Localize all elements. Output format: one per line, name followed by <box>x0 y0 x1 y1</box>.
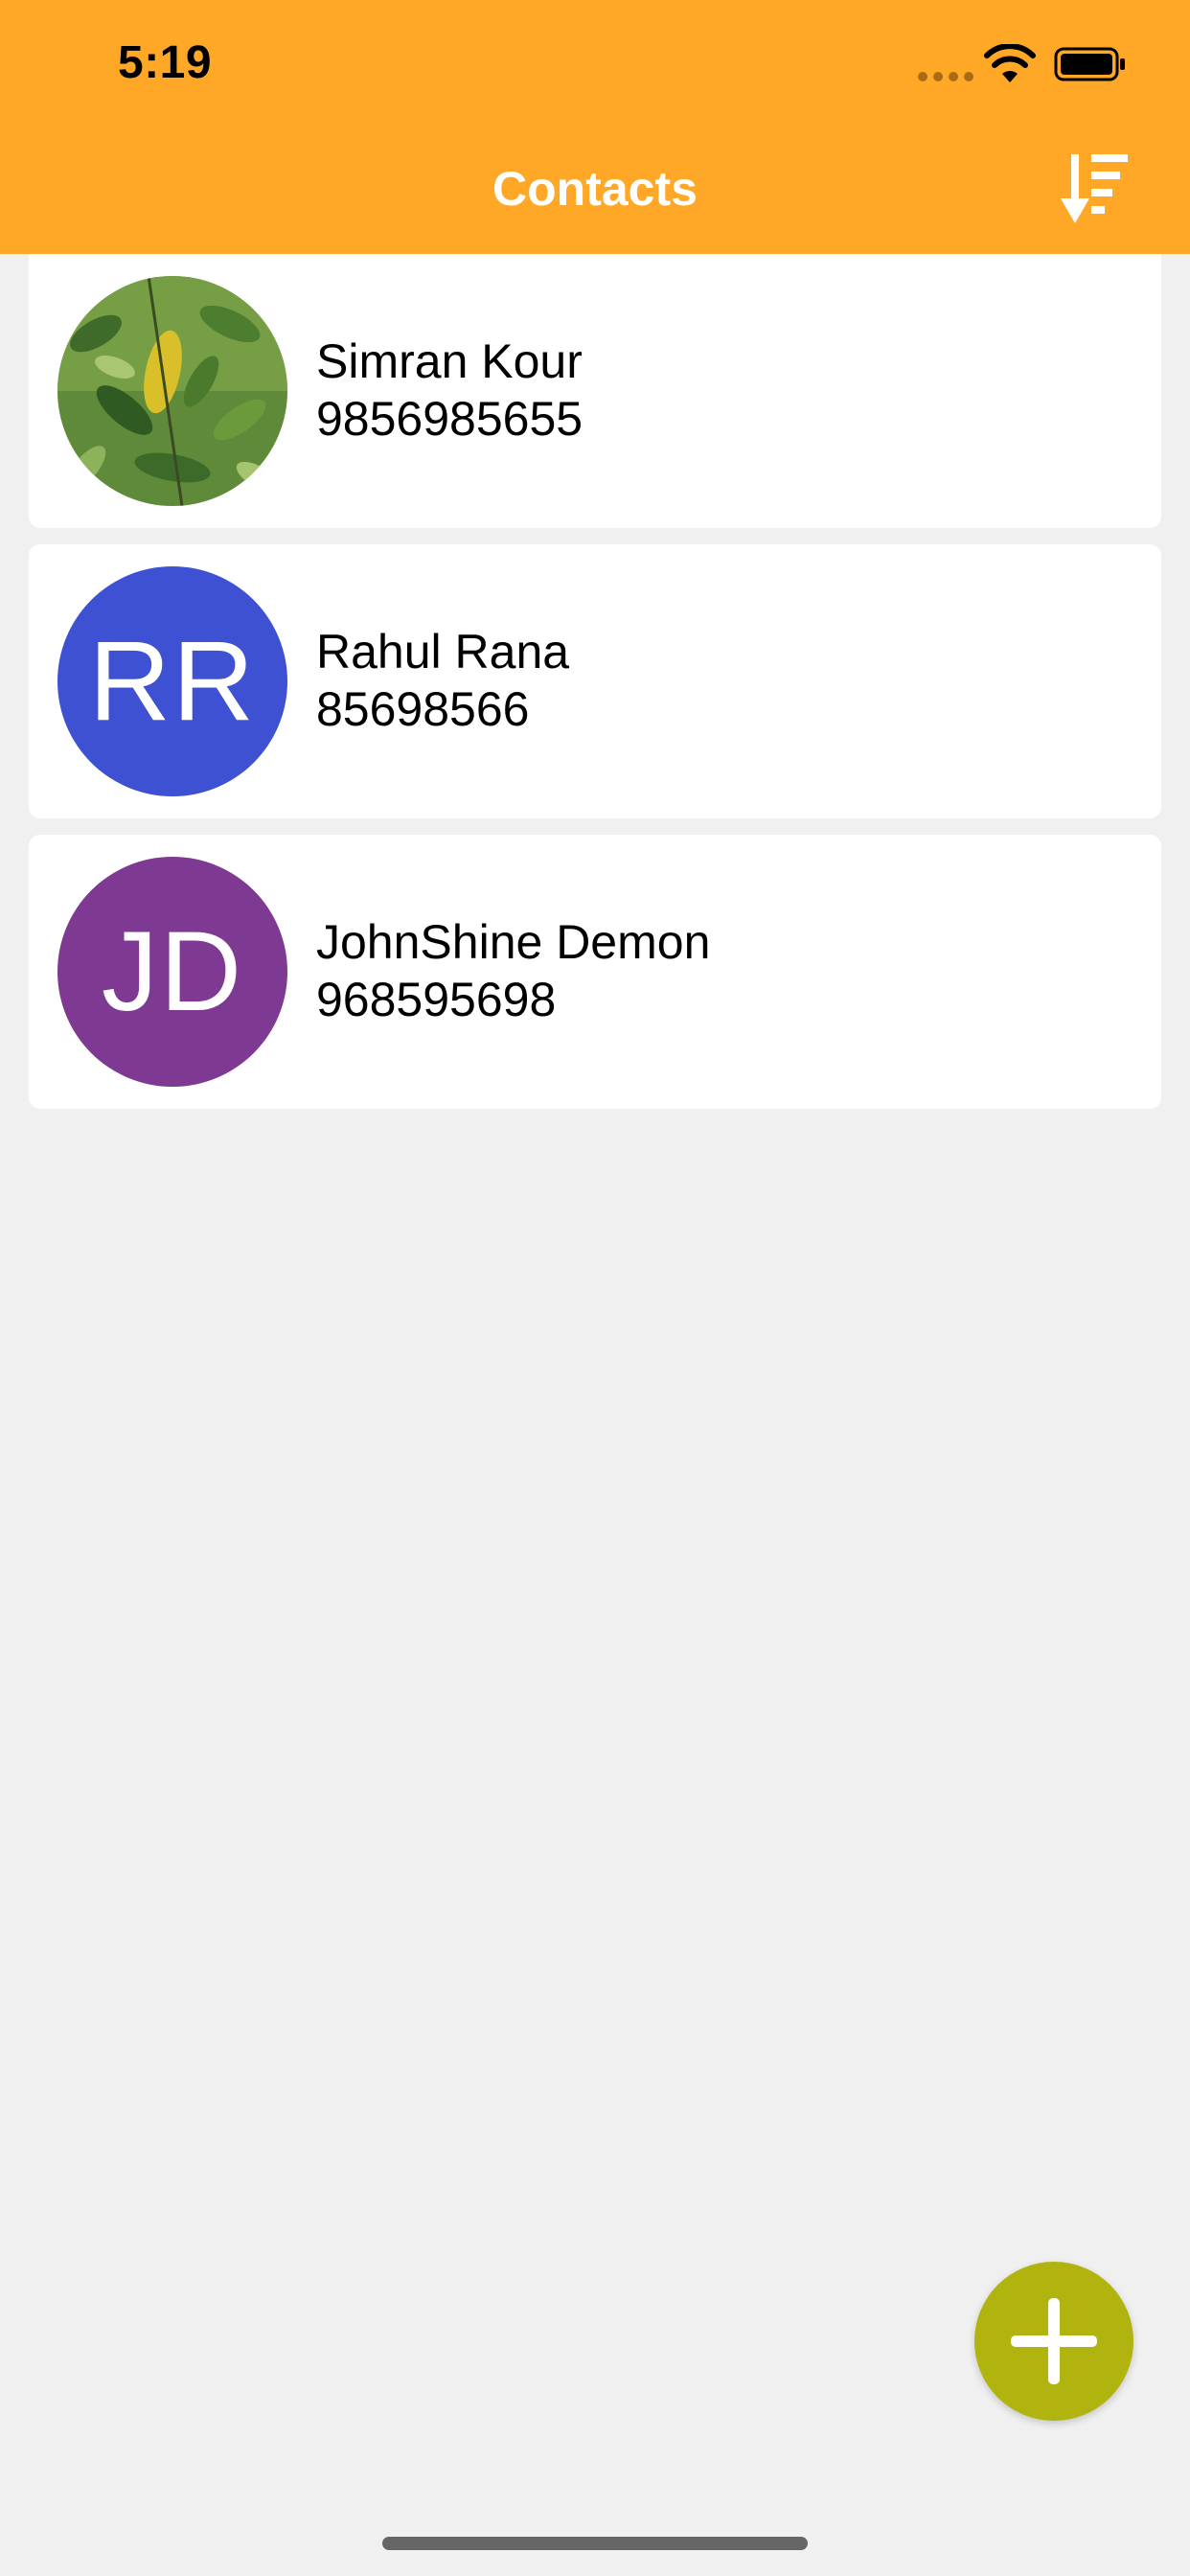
contact-avatar-initials: JD <box>57 857 287 1087</box>
contact-avatar-photo <box>57 276 287 506</box>
contact-avatar-initials: RR <box>57 566 287 796</box>
battery-icon <box>1054 47 1125 81</box>
cellular-signal-icon <box>918 72 973 81</box>
contact-phone: 968595698 <box>316 973 557 1026</box>
sort-descending-icon <box>1061 154 1128 223</box>
contact-list: Simran Kour 9856985655 RR Rahul Rana 856… <box>29 254 1161 1125</box>
page-title: Contacts <box>492 162 698 216</box>
contact-name: Simran Kour <box>316 334 583 388</box>
status-time: 5:19 <box>118 37 213 88</box>
contact-name: Rahul Rana <box>316 625 570 678</box>
sort-button[interactable] <box>1059 149 1133 227</box>
app-header: 5:19 Contacts <box>0 0 1190 254</box>
home-indicator[interactable] <box>382 2537 808 2550</box>
contact-card[interactable]: Simran Kour 9856985655 <box>29 254 1161 528</box>
plus-icon <box>1011 2298 1097 2384</box>
contact-name: JohnShine Demon <box>316 915 711 969</box>
contact-card[interactable]: JD JohnShine Demon 968595698 <box>29 835 1161 1109</box>
contact-phone: 85698566 <box>316 682 530 736</box>
contact-phone: 9856985655 <box>316 392 584 446</box>
add-contact-button[interactable] <box>974 2262 1133 2421</box>
leaf-photo-image <box>57 276 287 506</box>
contact-card[interactable]: RR Rahul Rana 85698566 <box>29 544 1161 818</box>
wifi-icon <box>984 44 1036 82</box>
